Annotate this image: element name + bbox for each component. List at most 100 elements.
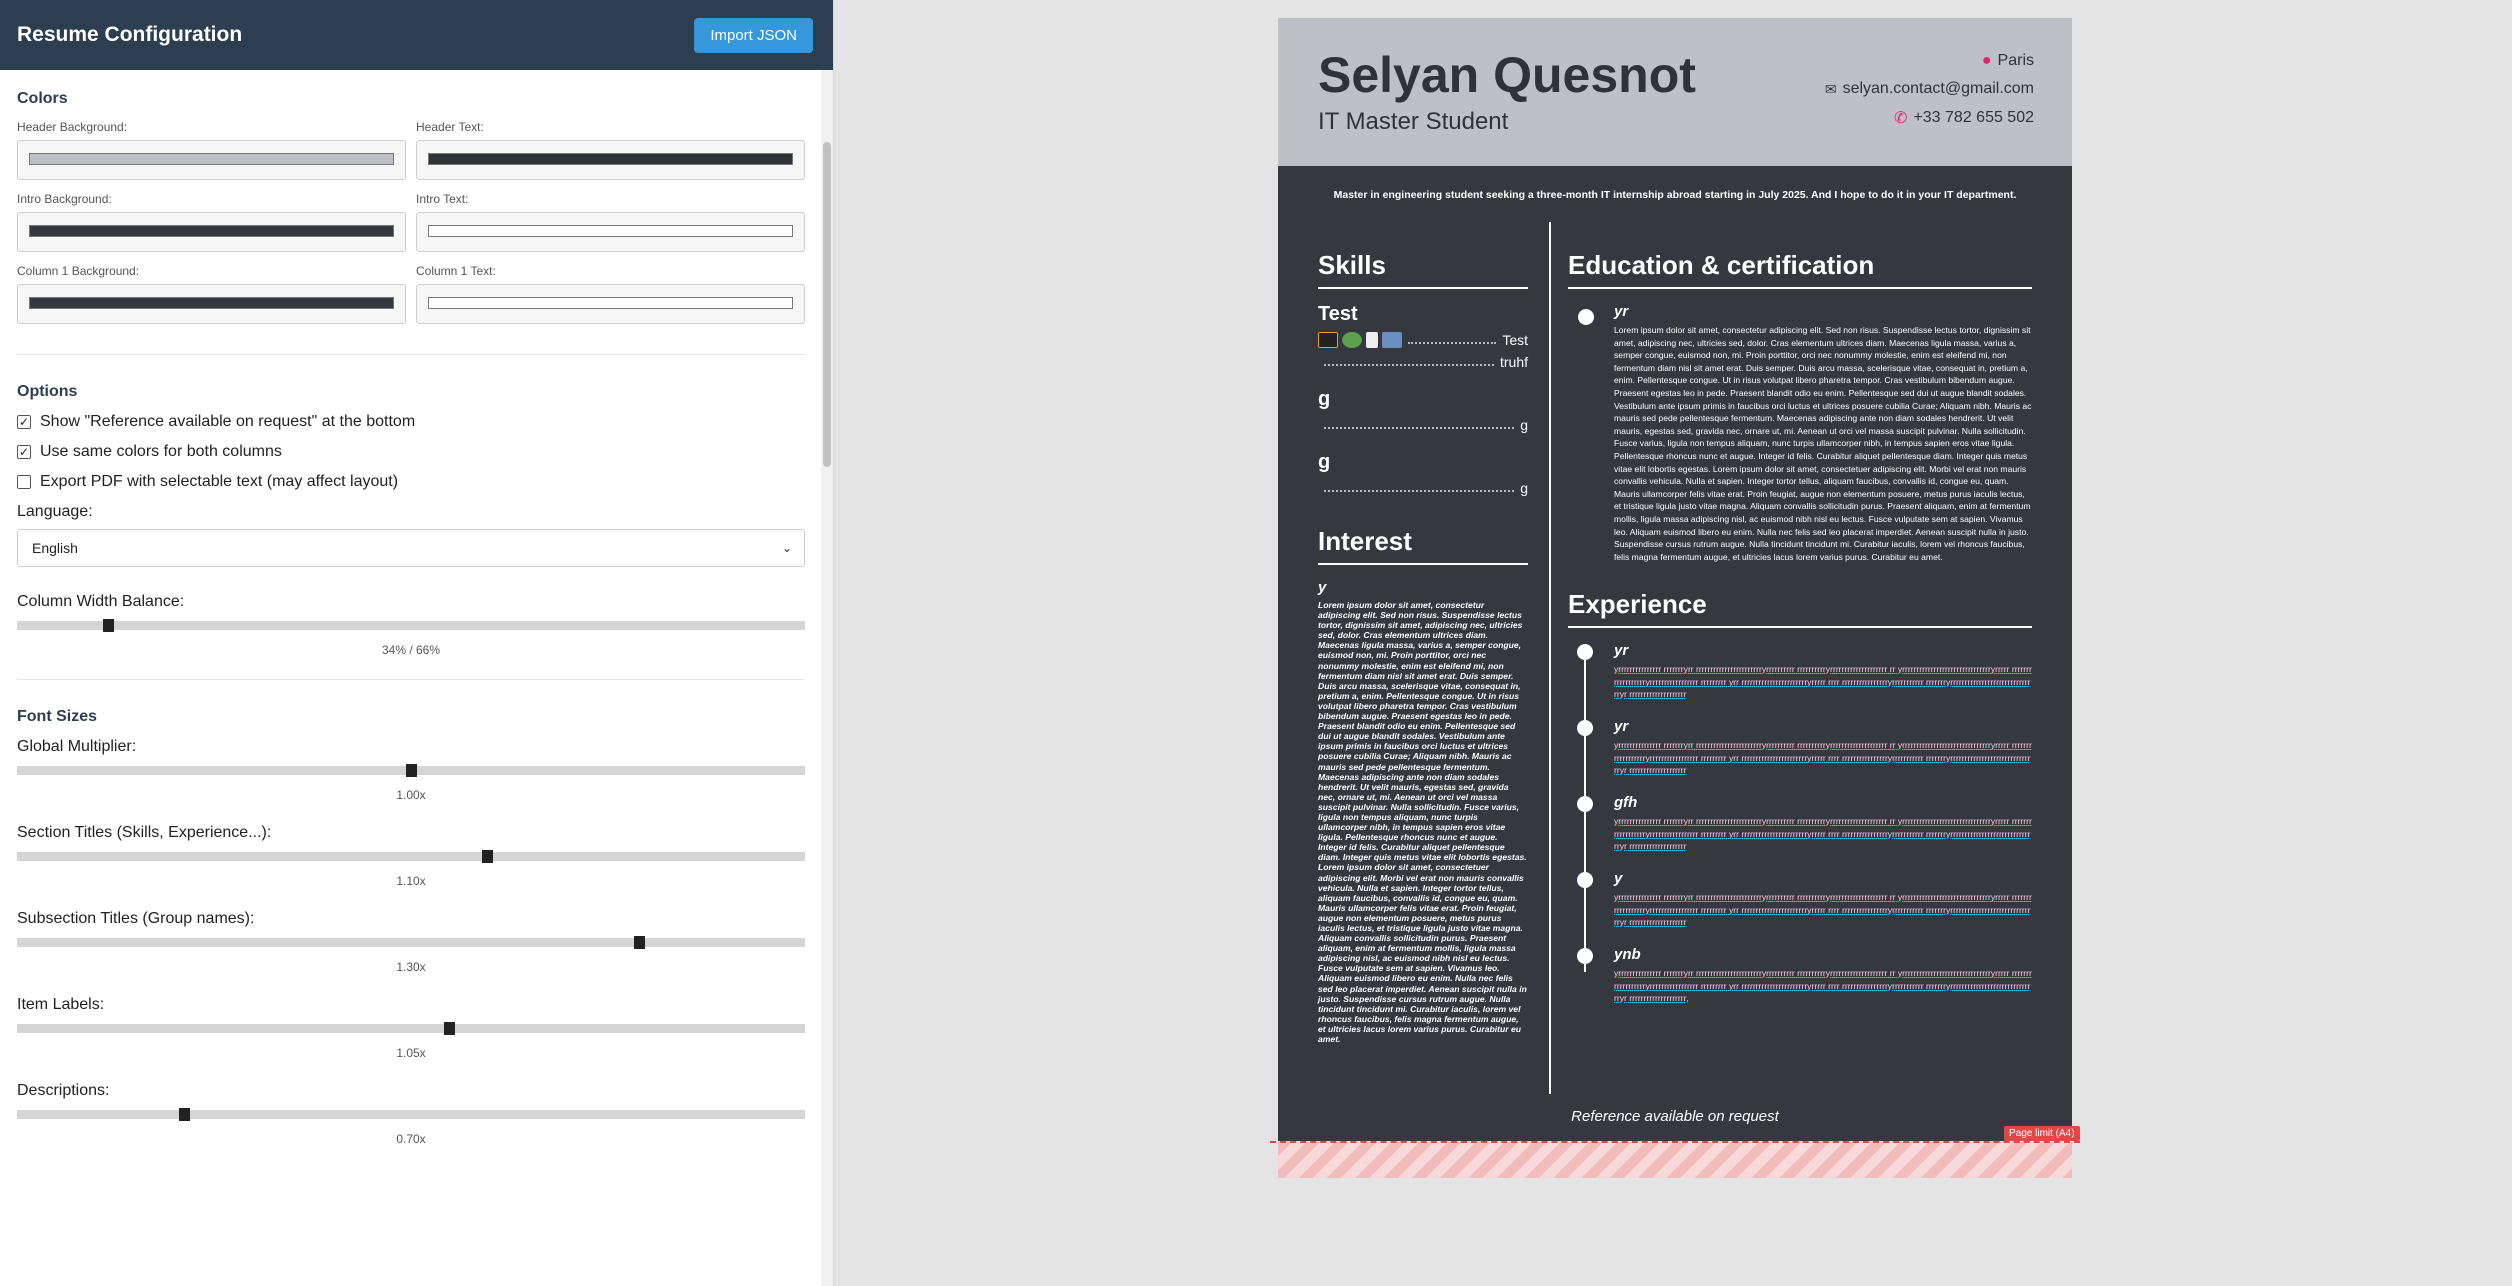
experience-item-text: yrrrrrrrrrrrrrrr rrrrrrryrr rrrrrrrrrrrr… [1614, 816, 2032, 852]
color-field-header-text: Header Text: [416, 120, 805, 180]
color-field-column1-background: Column 1 Background: [17, 264, 406, 324]
color-swatch [29, 225, 394, 237]
dotted-leader [1324, 490, 1515, 492]
panel-scrollbar[interactable] [821, 70, 833, 1286]
color-label: Intro Background: [17, 192, 112, 206]
same-colors-checkbox[interactable]: ✓ [17, 445, 31, 459]
slider-thumb[interactable] [443, 1022, 455, 1035]
slider-label: Item Labels: [17, 996, 105, 1013]
font-size-slider-descriptions: Descriptions: 0.70x [17, 1082, 805, 1146]
mail-icon: ✉ [1824, 80, 1837, 97]
experience-item: gfh yrrrrrrrrrrrrrrr rrrrrrryrr rrrrrrrr… [1568, 794, 2032, 870]
global-multiplier-slider[interactable] [17, 764, 805, 777]
skill-item: g [1318, 480, 1528, 496]
color-label: Intro Text: [416, 192, 469, 206]
column-balance-value: 34% / 66% [381, 643, 441, 657]
color-grid: Header Background: Header Text: Intro Ba… [17, 120, 805, 324]
slider-label: Descriptions: [17, 1082, 110, 1099]
section-titles-slider[interactable] [17, 850, 805, 863]
selectable-pdf-option[interactable]: Export PDF with selectable text (may aff… [17, 473, 805, 491]
resume-header: Selyan Quesnot IT Master Student ● Paris… [1278, 18, 2072, 166]
slider-thumb[interactable] [406, 764, 417, 777]
show-reference-checkbox[interactable]: ✓ [17, 415, 31, 429]
language-select[interactable]: English ⌄ [17, 529, 805, 567]
slider-value: 0.70x [396, 1132, 426, 1146]
slider-track [17, 1024, 805, 1033]
selectable-pdf-checkbox[interactable] [17, 475, 31, 489]
experience-item: ynb yrrrrrrrrrrrrrrr rrrrrrryrr rrrrrrrr… [1568, 946, 2032, 1022]
experience-item-title: ynb [1614, 946, 1641, 964]
timeline-dot [1577, 796, 1593, 813]
email-text: selyan.contact@gmail.com [1842, 80, 2034, 97]
column-divider [1549, 222, 1551, 1094]
skill-group-name: Test [1318, 303, 1358, 325]
column-balance-slider[interactable] [17, 619, 805, 632]
scrollbar-thumb[interactable] [823, 142, 831, 467]
education-item-text: Lorem ipsum dolor sit amet, consectetur … [1614, 325, 2032, 562]
descriptions-slider[interactable] [17, 1108, 805, 1121]
slider-thumb[interactable] [102, 619, 114, 632]
slider-thumb[interactable] [633, 936, 645, 949]
skill-item-label: truhf [1499, 354, 1528, 370]
timeline-dot [1577, 872, 1593, 889]
same-colors-label: Use same colors for both columns [40, 443, 282, 460]
page-limit-line [1270, 1141, 2080, 1143]
intro-background-color-input[interactable] [17, 212, 406, 252]
skill-group: g g [1318, 451, 1528, 496]
column1-text-color-input[interactable] [416, 284, 805, 324]
header-background-color-input[interactable] [17, 140, 406, 180]
item-labels-slider[interactable] [17, 1022, 805, 1035]
show-reference-label: Show "Reference available on request" at… [40, 413, 416, 430]
intro-text-color-input[interactable] [416, 212, 805, 252]
header-text-color-input[interactable] [416, 140, 805, 180]
location-pin-icon: ● [1981, 52, 1992, 69]
color-field-intro-text: Intro Text: [416, 192, 805, 252]
import-json-button[interactable]: Import JSON [694, 17, 813, 53]
panel-title: Resume Configuration [17, 23, 243, 46]
slider-track [17, 621, 805, 630]
font-size-slider-global: Global Multiplier: 1.00x [17, 738, 805, 802]
config-panel: Resume Configuration Import JSON Colors … [0, 0, 834, 1286]
education-item-title: yr [1614, 303, 1629, 320]
dotted-leader [1324, 364, 1494, 366]
contact-location: ● Paris [1982, 52, 2034, 70]
skill-item-label: Test [1502, 332, 1528, 348]
terminal-icon [1318, 332, 1338, 348]
slider-track [17, 1110, 805, 1119]
resume-right-column: Education & certification yr Lorem ipsum… [1568, 250, 2032, 1022]
experience-item-title: gfh [1614, 794, 1638, 812]
timeline-dot [1577, 948, 1593, 965]
experience-item-title: yr [1614, 718, 1629, 736]
slider-track [17, 938, 805, 947]
experience-item-text: yrrrrrrrrrrrrrrr rrrrrrryrr rrrrrrrrrrrr… [1614, 740, 2032, 776]
slider-thumb[interactable] [179, 1108, 191, 1121]
timeline-dot [1577, 644, 1593, 661]
slider-value: 1.05x [396, 1046, 426, 1060]
skill-item: truhf [1318, 354, 1528, 370]
landscape-icon [1382, 332, 1402, 348]
chevron-down-icon: ⌄ [781, 541, 792, 555]
slider-label: Global Multiplier: [17, 738, 137, 755]
phone-icon: ✆ [1894, 110, 1908, 127]
skills-section-title: Skills [1318, 250, 1528, 289]
interest-section-title: Interest [1318, 526, 1528, 565]
selectable-pdf-label: Export PDF with selectable text (may aff… [40, 473, 399, 490]
same-colors-option[interactable]: ✓ Use same colors for both columns [17, 443, 805, 461]
skill-item-label: g [1520, 417, 1528, 433]
show-reference-option[interactable]: ✓ Show "Reference available on request" … [17, 413, 805, 431]
phone-text: +33 782 655 502 [1913, 109, 2034, 126]
color-swatch [428, 297, 793, 309]
slider-thumb[interactable] [481, 850, 493, 863]
experience-item-text: yrrrrrrrrrrrrrrr rrrrrrryrr rrrrrrrrrrrr… [1614, 892, 2032, 928]
color-swatch [428, 225, 793, 237]
slider-value: 1.00x [396, 788, 426, 802]
font-size-slider-subsection-titles: Subsection Titles (Group names): 1.30x [17, 910, 805, 974]
subsection-titles-slider[interactable] [17, 936, 805, 949]
skill-group: Test Test truhf [1318, 303, 1528, 370]
column1-background-color-input[interactable] [17, 284, 406, 324]
color-label: Column 1 Background: [17, 264, 140, 278]
contact-phone: ✆ +33 782 655 502 [1894, 108, 2034, 128]
skill-group-name: g [1318, 388, 1331, 410]
resume-intro: Master in engineering student seeking a … [1333, 189, 2017, 201]
overflow-hatch-area [1278, 1142, 2072, 1178]
